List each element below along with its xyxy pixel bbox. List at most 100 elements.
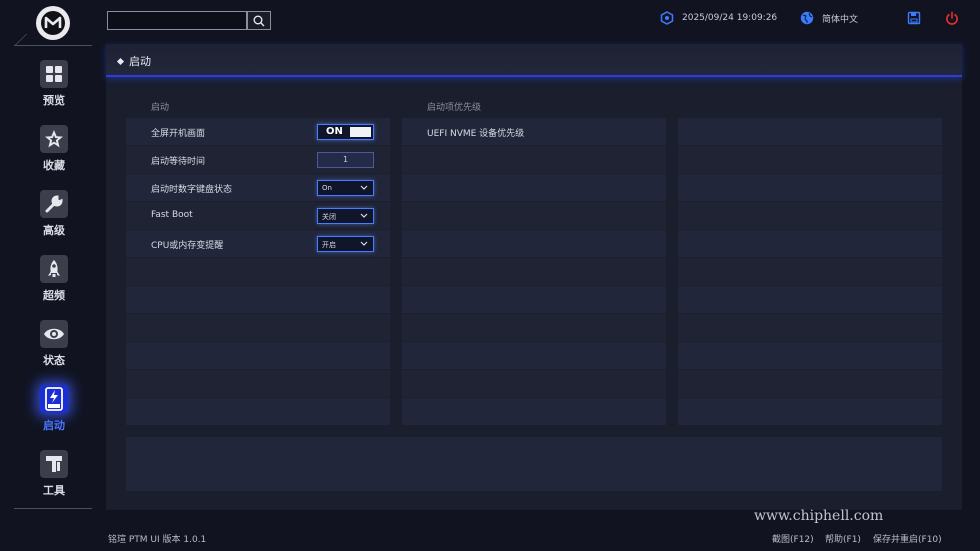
sidebar-divider-top [14, 34, 92, 46]
tools-icon [40, 450, 68, 478]
diamond-bullet-icon [116, 57, 125, 65]
power-button[interactable] [945, 10, 959, 26]
globe-icon [800, 11, 814, 25]
empty-row [402, 314, 666, 342]
search-icon [253, 15, 265, 26]
sidebar-item-advanced[interactable]: 高级 [24, 190, 84, 248]
setting-row-cpu-memory-change-alert: CPU或内存变提醒 开启 [126, 230, 390, 258]
save-icon [907, 11, 921, 25]
empty-row [678, 202, 942, 230]
empty-row [678, 230, 942, 258]
setting-label: 启动时数字键盘状态 [151, 185, 233, 195]
language-selector[interactable]: 简体中文 [800, 10, 858, 26]
settings-hex-icon [660, 11, 674, 25]
setting-row-fast-boot: Fast Boot 关闭 [126, 202, 390, 230]
chevron-down-icon [360, 241, 368, 246]
boot-detail-list [678, 118, 942, 426]
toggle-knob [350, 127, 371, 137]
ssd-icon [40, 385, 68, 413]
boot-settings-heading: 启动 [151, 103, 170, 113]
save-restart-button[interactable]: 保存并重启(F10) [873, 532, 942, 545]
save-button[interactable] [907, 10, 921, 26]
chevron-down-icon [360, 213, 368, 218]
sidebar: 预览 收藏 高级 超频 状态 启动 工具 [0, 0, 106, 551]
setting-label: Fast Boot [151, 210, 193, 220]
watermark: www.chiphell.com [754, 508, 884, 524]
empty-row [126, 314, 390, 342]
setting-label: CPU或内存变提醒 [151, 241, 224, 251]
sidebar-item-favorites[interactable]: 收藏 [24, 125, 84, 183]
setting-label: 启动等待时间 [151, 157, 206, 167]
sidebar-item-status[interactable]: 状态 [24, 320, 84, 378]
empty-row [402, 370, 666, 398]
empty-row [126, 286, 390, 314]
language-text: 简体中文 [822, 14, 859, 25]
empty-row [678, 286, 942, 314]
search-button[interactable] [247, 11, 271, 30]
cpu-memory-alert-select[interactable]: 开启 [317, 236, 374, 252]
empty-row [678, 370, 942, 398]
star-icon [40, 125, 68, 153]
fullscreen-logo-toggle[interactable]: ON [317, 124, 374, 140]
page-title: 启动 [116, 53, 151, 69]
grid-icon [40, 60, 68, 88]
version-text: 铭瑄 PTM UI 版本 1.0.1 [108, 535, 207, 545]
section-header: 启动 [106, 44, 962, 77]
boot-priority-list: UEFI NVME 设备优先级 [402, 118, 666, 426]
wrench-icon [40, 190, 68, 218]
sidebar-item-boot[interactable]: 启动 [24, 385, 84, 443]
empty-row [126, 370, 390, 398]
power-icon [945, 11, 959, 25]
datetime-text: 2025/09/24 19:09:26 [682, 13, 778, 23]
boot-priority-label: UEFI NVME 设备优先级 [427, 129, 525, 139]
empty-row [402, 146, 666, 174]
empty-row [402, 174, 666, 202]
empty-row [678, 146, 942, 174]
maxsun-logo-icon [41, 11, 65, 35]
boot-settings-list: 全屏开机画面 ON 启动等待时间 1 启动时数字键盘状态 On Fast Boo… [126, 118, 390, 426]
sidebar-item-label: 超频 [43, 289, 65, 302]
sidebar-item-preview[interactable]: 预览 [24, 60, 84, 118]
empty-row [678, 258, 942, 286]
empty-row [402, 202, 666, 230]
numlock-select[interactable]: On [317, 180, 374, 196]
setting-row-boot-wait-time: 启动等待时间 1 [126, 146, 390, 174]
eye-icon [40, 320, 68, 348]
chevron-down-icon [360, 185, 368, 190]
empty-row [402, 286, 666, 314]
main-panel: 启动 启动 启动项优先级 全屏开机画面 ON 启动等待时间 1 启动时数字键盘状… [106, 44, 962, 510]
sidebar-item-overclock[interactable]: 超频 [24, 255, 84, 313]
empty-row [402, 258, 666, 286]
screenshot-button[interactable]: 截图(F12) [772, 532, 814, 545]
empty-row [126, 258, 390, 286]
datetime-display: 2025/09/24 19:09:26 [660, 10, 777, 26]
sidebar-item-label: 启动 [43, 419, 65, 432]
description-panel [126, 437, 942, 491]
sidebar-item-label: 收藏 [43, 159, 65, 172]
sidebar-item-label: 状态 [43, 354, 65, 367]
sidebar-divider-bottom [14, 508, 92, 520]
sidebar-item-tools[interactable]: 工具 [24, 450, 84, 508]
empty-row [678, 398, 942, 426]
sidebar-item-label: 高级 [43, 224, 65, 237]
fast-boot-select[interactable]: 关闭 [317, 208, 374, 224]
search-input[interactable] [107, 11, 247, 30]
empty-row [402, 398, 666, 426]
rocket-icon [40, 255, 68, 283]
help-button[interactable]: 帮助(F1) [825, 532, 861, 545]
empty-row [126, 398, 390, 426]
empty-row [678, 342, 942, 370]
empty-row [402, 230, 666, 258]
sidebar-item-label: 预览 [43, 94, 65, 107]
setting-label: 全屏开机画面 [151, 129, 206, 139]
boot-priority-heading: 启动项优先级 [427, 103, 482, 113]
setting-row-numlock: 启动时数字键盘状态 On [126, 174, 390, 202]
sidebar-item-label: 工具 [43, 484, 65, 497]
boot-priority-item[interactable]: UEFI NVME 设备优先级 [402, 118, 666, 146]
boot-wait-time-input[interactable]: 1 [317, 152, 374, 168]
empty-row [402, 342, 666, 370]
empty-row [126, 342, 390, 370]
empty-row [678, 118, 942, 146]
setting-row-fullscreen-logo: 全屏开机画面 ON [126, 118, 390, 146]
empty-row [678, 314, 942, 342]
